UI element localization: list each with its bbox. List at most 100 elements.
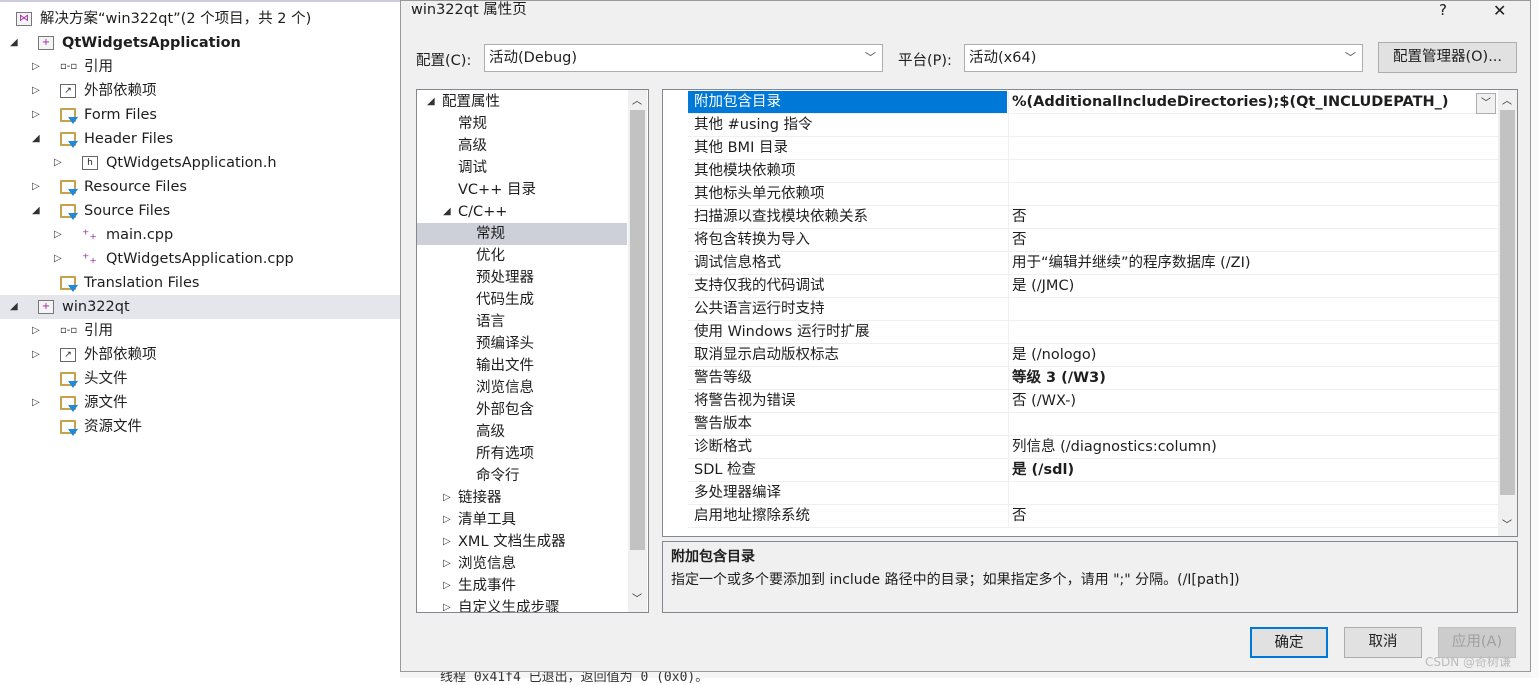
property-tree-item[interactable]: 常规: [417, 223, 627, 245]
property-value[interactable]: %(AdditionalIncludeDirectories);$(Qt_INC…: [1008, 91, 1498, 114]
collapsed-arrow-icon[interactable]: ▷: [54, 223, 62, 247]
value-dropdown-button[interactable]: ﹀: [1476, 93, 1496, 114]
collapsed-arrow-icon[interactable]: ▷: [443, 575, 451, 597]
grid-scroll-thumb[interactable]: [1500, 110, 1515, 495]
property-tree-item[interactable]: 优化: [417, 245, 627, 267]
expanded-arrow-icon[interactable]: ◢: [443, 201, 451, 223]
property-tree-item[interactable]: ▷ 清单工具: [417, 509, 627, 531]
property-row[interactable]: 附加包含目录 %(AdditionalIncludeDirectories);$(…: [688, 91, 1498, 114]
scroll-up-icon[interactable]: ︿: [1502, 92, 1512, 107]
property-row[interactable]: 其他模块依赖项: [688, 160, 1498, 183]
scroll-up-icon[interactable]: ︿: [632, 92, 642, 107]
property-row[interactable]: SDL 检查 是 (/sdl): [688, 459, 1498, 482]
property-value[interactable]: 否: [1008, 505, 1498, 528]
collapsed-arrow-icon[interactable]: ▷: [54, 151, 62, 175]
property-tree-item[interactable]: ▷ 浏览信息: [417, 553, 627, 575]
property-row[interactable]: 警告等级 等级 3 (/W3): [688, 367, 1498, 390]
ok-button[interactable]: 确定: [1250, 627, 1328, 658]
tree-scrollbar[interactable]: ︿ ﹀: [628, 90, 647, 612]
tree-item[interactable]: ▷ ⁺₊ main.cpp: [0, 223, 400, 247]
property-value[interactable]: [1008, 160, 1498, 183]
property-tree-item[interactable]: 常规: [417, 113, 627, 135]
property-tree-item[interactable]: 预处理器: [417, 267, 627, 289]
tree-item[interactable]: ⋈ 解决方案“win322qt”(2 个项目，共 2 个): [0, 7, 400, 31]
property-row[interactable]: 公共语言运行时支持: [688, 298, 1498, 321]
property-value[interactable]: [1008, 321, 1498, 344]
property-tree-item[interactable]: 外部包含: [417, 399, 627, 421]
property-row[interactable]: 其他 BMI 目录: [688, 137, 1498, 160]
property-value[interactable]: [1008, 114, 1498, 137]
property-row[interactable]: 将包含转换为导入 否: [688, 229, 1498, 252]
scroll-down-icon[interactable]: ﹀: [632, 590, 642, 605]
tree-item[interactable]: ▷ ▫-▫ 引用: [0, 319, 400, 343]
property-row[interactable]: 启用地址擦除系统 否: [688, 505, 1498, 528]
property-row[interactable]: 将警告视为错误 否 (/WX-): [688, 390, 1498, 413]
property-tree-item[interactable]: ◢ C/C++: [417, 201, 627, 223]
close-button[interactable]: ✕: [1493, 1, 1506, 20]
collapsed-arrow-icon[interactable]: ▷: [443, 509, 451, 531]
property-value[interactable]: [1008, 137, 1498, 160]
property-value[interactable]: 是 (/sdl): [1008, 459, 1498, 482]
tree-item[interactable]: 头文件: [0, 367, 400, 391]
property-row[interactable]: 调试信息格式 用于“编辑并继续”的程序数据库 (/ZI): [688, 252, 1498, 275]
property-value[interactable]: [1008, 482, 1498, 505]
property-tree-item[interactable]: ▷ 链接器: [417, 487, 627, 509]
config-select[interactable]: 活动(Debug) ﹀: [484, 44, 883, 72]
expanded-arrow-icon[interactable]: ◢: [10, 31, 18, 55]
property-value[interactable]: 用于“编辑并继续”的程序数据库 (/ZI): [1008, 252, 1498, 275]
collapsed-arrow-icon[interactable]: ▷: [32, 103, 40, 127]
tree-item[interactable]: 资源文件: [0, 415, 400, 439]
property-tree-item[interactable]: 命令行: [417, 465, 627, 487]
property-value[interactable]: 列信息 (/diagnostics:column): [1008, 436, 1498, 459]
collapsed-arrow-icon[interactable]: ▷: [443, 487, 451, 509]
collapsed-arrow-icon[interactable]: ▷: [443, 597, 451, 612]
property-row[interactable]: 其他标头单元依赖项: [688, 183, 1498, 206]
collapsed-arrow-icon[interactable]: ▷: [32, 343, 40, 367]
property-row[interactable]: 取消显示启动版权标志 是 (/nologo): [688, 344, 1498, 367]
collapsed-arrow-icon[interactable]: ▷: [32, 175, 40, 199]
property-row[interactable]: 使用 Windows 运行时扩展: [688, 321, 1498, 344]
tree-item[interactable]: ▷ 源文件: [0, 391, 400, 415]
tree-item[interactable]: ▷ h QtWidgetsApplication.h: [0, 151, 400, 175]
property-row[interactable]: 多处理器编译: [688, 482, 1498, 505]
scroll-down-icon[interactable]: ﹀: [1502, 516, 1512, 531]
property-tree-item[interactable]: 高级: [417, 421, 627, 443]
property-value[interactable]: 是 (/JMC): [1008, 275, 1498, 298]
property-tree-item[interactable]: ▷ 生成事件: [417, 575, 627, 597]
property-value[interactable]: [1008, 298, 1498, 321]
expanded-arrow-icon[interactable]: ◢: [32, 127, 40, 151]
tree-item[interactable]: ▷ ⁺₊ QtWidgetsApplication.cpp: [0, 247, 400, 271]
property-tree-item[interactable]: 所有选项: [417, 443, 627, 465]
property-tree-item[interactable]: ▷ 自定义生成步骤: [417, 597, 627, 612]
grid-scrollbar[interactable]: ︿ ﹀: [1498, 90, 1517, 536]
property-value[interactable]: 等级 3 (/W3): [1008, 367, 1498, 390]
tree-scroll-thumb[interactable]: [630, 110, 645, 550]
property-tree-item[interactable]: VC++ 目录: [417, 179, 627, 201]
collapsed-arrow-icon[interactable]: ▷: [443, 553, 451, 575]
config-manager-button[interactable]: 配置管理器(O)...: [1378, 42, 1517, 73]
tree-item[interactable]: ◢ Header Files: [0, 127, 400, 151]
collapsed-arrow-icon[interactable]: ▷: [443, 531, 451, 553]
collapsed-arrow-icon[interactable]: ▷: [32, 79, 40, 103]
expanded-arrow-icon[interactable]: ◢: [32, 199, 40, 223]
expanded-arrow-icon[interactable]: ◢: [427, 91, 435, 113]
property-row[interactable]: 扫描源以查找模块依赖关系 否: [688, 206, 1498, 229]
tree-item[interactable]: ▷ ↗ 外部依赖项: [0, 79, 400, 103]
help-button[interactable]: ?: [1439, 1, 1447, 19]
platform-select[interactable]: 活动(x64) ﹀: [964, 44, 1363, 72]
expanded-arrow-icon[interactable]: ◢: [10, 295, 18, 319]
property-tree-item[interactable]: 浏览信息: [417, 377, 627, 399]
property-tree-item[interactable]: ▷ XML 文档生成器: [417, 531, 627, 553]
property-tree-item[interactable]: 高级: [417, 135, 627, 157]
property-row[interactable]: 诊断格式 列信息 (/diagnostics:column): [688, 436, 1498, 459]
property-value[interactable]: 否: [1008, 206, 1498, 229]
tree-item[interactable]: ▷ Form Files: [0, 103, 400, 127]
property-row[interactable]: 其他 #using 指令: [688, 114, 1498, 137]
tree-item[interactable]: ▷ ↗ 外部依赖项: [0, 343, 400, 367]
tree-item[interactable]: ▷ ▫-▫ 引用: [0, 55, 400, 79]
tree-item[interactable]: ◢ + QtWidgetsApplication: [0, 31, 400, 55]
property-value[interactable]: 是 (/nologo): [1008, 344, 1498, 367]
property-row[interactable]: 支持仅我的代码调试 是 (/JMC): [688, 275, 1498, 298]
property-tree-item[interactable]: 语言: [417, 311, 627, 333]
property-row[interactable]: 警告版本: [688, 413, 1498, 436]
